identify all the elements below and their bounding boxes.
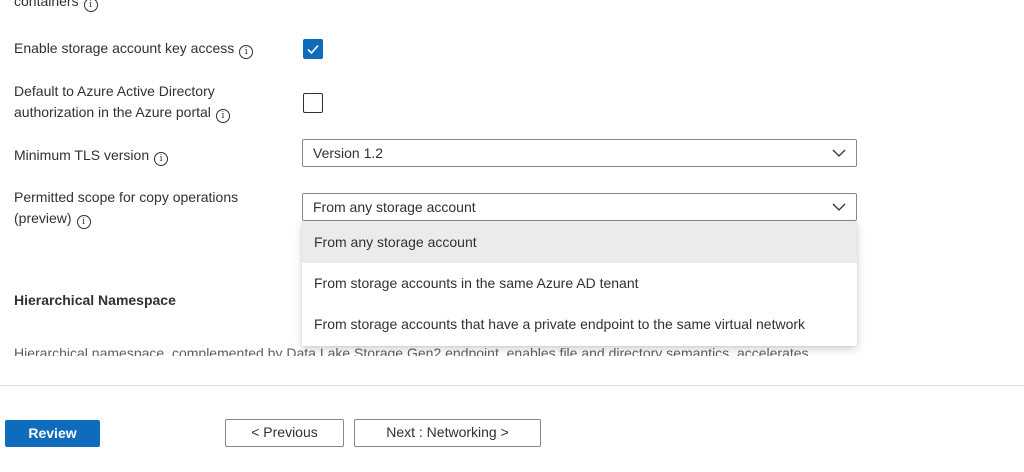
- aad-default-label: Default to Azure Active Directory author…: [14, 81, 230, 123]
- copy-scope-label-line2: (preview): [14, 210, 72, 226]
- info-icon[interactable]: i: [239, 45, 254, 59]
- key-access-label: Enable storage account key access i: [14, 38, 254, 59]
- copy-scope-option-any[interactable]: From any storage account: [302, 222, 857, 263]
- tls-label: Minimum TLS version i: [14, 145, 169, 166]
- info-icon[interactable]: i: [215, 109, 230, 123]
- aad-default-checkbox[interactable]: [303, 93, 323, 113]
- key-access-label-text: Enable storage account key access: [14, 40, 235, 56]
- tls-version-value: Version 1.2: [313, 145, 384, 161]
- tls-version-select[interactable]: Version 1.2: [302, 139, 857, 167]
- info-icon[interactable]: i: [154, 152, 169, 166]
- cut-off-label: containers i: [14, 0, 98, 12]
- cut-off-label-text: containers: [14, 0, 79, 9]
- tls-label-text: Minimum TLS version: [14, 147, 150, 163]
- chevron-down-icon: [832, 203, 846, 211]
- info-icon[interactable]: i: [83, 0, 98, 12]
- copy-scope-value: From any storage account: [313, 199, 476, 215]
- key-access-checkbox[interactable]: [303, 39, 323, 59]
- chevron-down-icon: [832, 149, 846, 157]
- aad-default-label-line1: Default to Azure Active Directory: [14, 83, 215, 99]
- copy-scope-option-same-tenant[interactable]: From storage accounts in the same Azure …: [302, 263, 857, 304]
- hierarchical-namespace-title: Hierarchical Namespace: [14, 292, 176, 308]
- previous-button[interactable]: < Previous: [225, 419, 344, 447]
- copy-scope-option-private-endpoint[interactable]: From storage accounts that have a privat…: [302, 304, 857, 345]
- copy-scope-select[interactable]: From any storage account: [302, 193, 857, 221]
- copy-scope-label: Permitted scope for copy operations (pre…: [14, 187, 238, 229]
- aad-default-label-line2: authorization in the Azure portal: [14, 104, 211, 120]
- copy-scope-label-line1: Permitted scope for copy operations: [14, 189, 239, 205]
- copy-scope-dropdown: From any storage account From storage ac…: [302, 222, 857, 346]
- next-networking-button[interactable]: Next : Networking >: [354, 419, 541, 447]
- review-button[interactable]: Review: [5, 420, 100, 447]
- checkmark-icon: [307, 44, 319, 55]
- footer-divider: [0, 385, 1024, 386]
- info-icon[interactable]: i: [76, 215, 91, 229]
